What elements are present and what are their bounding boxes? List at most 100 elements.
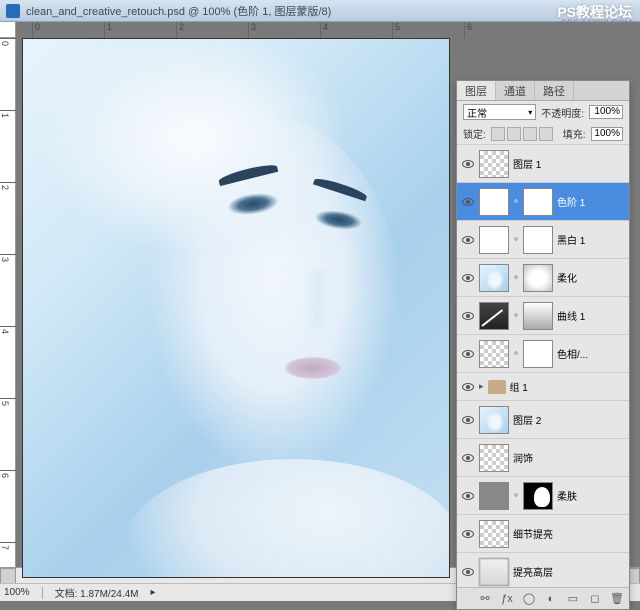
visibility-toggle[interactable] <box>461 195 475 209</box>
layer-row[interactable]: 图层 1 <box>457 145 629 183</box>
ruler-vertical[interactable]: 01234567 <box>0 38 16 567</box>
blend-mode-dropdown[interactable]: 正常▾ <box>463 104 536 120</box>
opacity-input[interactable]: 100% <box>589 105 623 119</box>
layer-name[interactable]: 图层 2 <box>513 412 625 427</box>
new-group-icon[interactable]: ▭ <box>565 591 581 607</box>
layer-name[interactable]: 提亮高层 <box>513 564 625 579</box>
ruler-tick: 4 <box>0 326 16 334</box>
layer-row[interactable]: 细节提亮 <box>457 515 629 553</box>
layer-name[interactable]: 曲线 1 <box>557 308 625 323</box>
mask-link-icon[interactable]: ⚬ <box>512 234 520 245</box>
ruler-tick: 5 <box>0 398 16 406</box>
layer-name[interactable]: 色相/... <box>557 346 625 361</box>
visibility-toggle[interactable] <box>461 565 475 579</box>
lock-label: 锁定: <box>463 126 486 141</box>
app-window: clean_and_creative_retouch.psd @ 100% (色… <box>0 0 640 601</box>
mask-link-icon[interactable]: ⚬ <box>512 490 520 501</box>
layer-name[interactable]: 柔化 <box>557 270 625 285</box>
lock-position-icon[interactable] <box>523 127 537 141</box>
mask-link-icon[interactable]: ⚬ <box>512 272 520 283</box>
visibility-toggle[interactable] <box>461 380 475 394</box>
status-arrow-icon[interactable]: ▸ <box>151 587 156 598</box>
layer-thumbnail[interactable] <box>479 302 509 330</box>
fx-icon[interactable]: ƒx <box>499 591 515 607</box>
tab-paths[interactable]: 路径 <box>535 81 574 100</box>
expand-arrow-icon[interactable]: ▸ <box>479 381 484 392</box>
visibility-toggle[interactable] <box>461 489 475 503</box>
layer-row[interactable]: ⚬ 柔化 <box>457 259 629 297</box>
visibility-toggle[interactable] <box>461 271 475 285</box>
add-mask-icon[interactable]: ◯ <box>521 591 537 607</box>
layer-name[interactable]: 黑白 1 <box>557 232 625 247</box>
layer-name[interactable]: 柔肤 <box>557 488 625 503</box>
workspace: 0123456 01234567 <box>0 22 640 601</box>
layer-name[interactable]: 润饰 <box>513 450 625 465</box>
layer-thumbnail[interactable] <box>479 520 509 548</box>
layer-name[interactable]: 细节提亮 <box>513 526 625 541</box>
document-canvas[interactable] <box>22 38 450 578</box>
layer-row[interactable]: ⚬ 色阶 1 <box>457 183 629 221</box>
mask-thumbnail[interactable] <box>523 226 553 254</box>
layer-thumbnail[interactable] <box>479 444 509 472</box>
visibility-toggle[interactable] <box>461 157 475 171</box>
link-layers-icon[interactable]: ⚯ <box>477 591 493 607</box>
layer-row[interactable]: 润饰 <box>457 439 629 477</box>
visibility-toggle[interactable] <box>461 309 475 323</box>
mask-link-icon[interactable]: ⚬ <box>512 196 520 207</box>
visibility-toggle[interactable] <box>461 233 475 247</box>
layer-thumbnail[interactable] <box>479 558 509 586</box>
mask-thumbnail[interactable] <box>523 188 553 216</box>
mask-thumbnail[interactable] <box>523 482 553 510</box>
layer-thumbnail[interactable] <box>479 226 509 254</box>
layer-row[interactable]: ⚬ 黑白 1 <box>457 221 629 259</box>
ruler-tick: 7 <box>0 542 16 550</box>
ruler-tick: 5 <box>392 22 400 38</box>
panel-footer: ⚯ ƒx ◯ ◐ ▭ ◻ 🗑 <box>457 587 629 609</box>
layer-thumbnail[interactable] <box>479 150 509 178</box>
ruler-tick: 4 <box>320 22 328 38</box>
new-layer-icon[interactable]: ◻ <box>587 591 603 607</box>
mask-thumbnail[interactable] <box>523 264 553 292</box>
tab-layers[interactable]: 图层 <box>457 81 496 100</box>
fill-input[interactable]: 100% <box>591 127 623 141</box>
visibility-toggle[interactable] <box>461 527 475 541</box>
layers-panel: 图层通道路径 正常▾ 不透明度: 100% 锁定: <box>456 80 630 610</box>
ruler-tick: 0 <box>0 38 16 46</box>
layers-list[interactable]: 图层 1 ⚬ 色阶 1 ⚬ 黑白 1 ⚬ 柔化 ⚬ 曲线 1 ⚬ 色相/... ▸ 组 1 图层 2 润饰 ⚬… <box>457 145 629 587</box>
visibility-toggle[interactable] <box>461 413 475 427</box>
layer-thumbnail[interactable] <box>479 188 509 216</box>
visibility-toggle[interactable] <box>461 347 475 361</box>
mask-link-icon[interactable]: ⚬ <box>512 348 520 359</box>
ruler-tick: 1 <box>104 22 112 38</box>
lock-all-icon[interactable] <box>539 127 553 141</box>
ruler-corner <box>0 22 16 38</box>
mask-thumbnail[interactable] <box>523 302 553 330</box>
layer-thumbnail[interactable] <box>479 482 509 510</box>
mask-link-icon[interactable]: ⚬ <box>512 310 520 321</box>
layer-row[interactable]: 图层 2 <box>457 401 629 439</box>
adjustment-layer-icon[interactable]: ◐ <box>543 591 559 607</box>
scroll-left-button[interactable] <box>0 568 16 584</box>
titlebar: clean_and_creative_retouch.psd @ 100% (色… <box>0 0 640 22</box>
layer-name[interactable]: 色阶 1 <box>557 194 625 209</box>
portrait-image <box>23 39 449 577</box>
layer-row[interactable]: ▸ 组 1 <box>457 373 629 401</box>
visibility-toggle[interactable] <box>461 451 475 465</box>
ruler-tick: 6 <box>464 22 472 38</box>
ruler-tick: 0 <box>32 22 40 38</box>
layer-thumbnail[interactable] <box>479 264 509 292</box>
layer-thumbnail[interactable] <box>479 340 509 368</box>
layer-row[interactable]: ⚬ 曲线 1 <box>457 297 629 335</box>
layer-thumbnail[interactable] <box>479 406 509 434</box>
layer-row[interactable]: 提亮高层 <box>457 553 629 587</box>
delete-layer-icon[interactable]: 🗑 <box>609 591 625 607</box>
tab-channels[interactable]: 通道 <box>496 81 535 100</box>
layer-name[interactable]: 组 1 <box>510 379 625 394</box>
layer-name[interactable]: 图层 1 <box>513 156 625 171</box>
mask-thumbnail[interactable] <box>523 340 553 368</box>
lock-transparency-icon[interactable] <box>491 127 505 141</box>
layer-row[interactable]: ⚬ 柔肤 <box>457 477 629 515</box>
lock-pixels-icon[interactable] <box>507 127 521 141</box>
zoom-level[interactable]: 100% <box>4 587 30 598</box>
layer-row[interactable]: ⚬ 色相/... <box>457 335 629 373</box>
